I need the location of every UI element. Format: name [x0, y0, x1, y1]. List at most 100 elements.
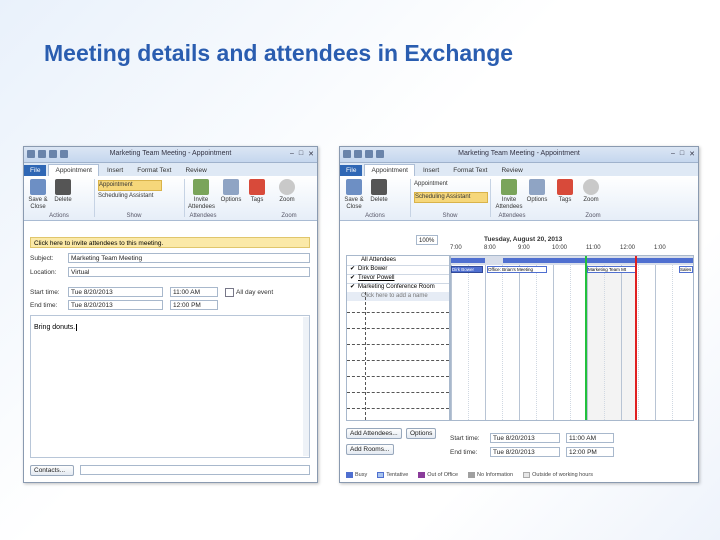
legend-tentative: Tentative [377, 472, 408, 478]
start-time-label: Start time: [30, 289, 60, 296]
tags-button[interactable]: Tags [246, 179, 268, 204]
save-close-button[interactable]: Save & Close [343, 179, 365, 211]
start-date-field[interactable]: Tue 8/20/2013 [490, 433, 560, 443]
invite-attendees-button[interactable]: Invite Attendees [188, 179, 215, 211]
window-title: Marketing Team Meeting - Appointment [458, 150, 580, 157]
half-hour-gridline [536, 256, 537, 420]
attendee-list: All Attendees ✔ Dirk Bower ✔ Trevor Powell… [346, 255, 450, 421]
options-button[interactable]: Options [526, 179, 548, 204]
scheduling-assistant-button[interactable]: Scheduling Assistant [98, 192, 178, 201]
group-attendees: Attendees [498, 213, 526, 219]
zoom-button[interactable]: Zoom [580, 179, 602, 204]
end-time-field[interactable]: 12:00 PM [566, 447, 614, 457]
half-hour-gridline [468, 256, 469, 420]
appointment-window: Marketing Team Meeting - Appointment – □ ✕… [23, 146, 318, 483]
busy-block: Marketing Team Mt [587, 266, 637, 273]
zoom-button[interactable]: Zoom [276, 179, 298, 204]
hour-gridline [587, 256, 588, 420]
add-name-row[interactable]: Click here to add a name [347, 292, 449, 301]
end-time-label: End time: [30, 302, 58, 309]
end-time-field[interactable]: 12:00 PM [170, 300, 218, 310]
location-label: Location: [30, 269, 57, 276]
start-time-field[interactable]: 11:00 AM [566, 433, 614, 443]
info-bar[interactable]: Click here to invite attendees to this m… [30, 237, 310, 248]
start-time-label: Start time: [450, 435, 480, 442]
hour-gridline [451, 256, 452, 420]
minimize-icon[interactable]: – [290, 150, 294, 158]
tab-insert[interactable]: Insert [417, 165, 445, 176]
delete-button[interactable]: Delete [52, 179, 74, 204]
add-attendees-button[interactable]: Add Attendees... [346, 428, 402, 439]
hour-header: 7:00 8:00 9:00 10:00 11:00 12:00 1:00 [450, 245, 694, 254]
ribbon-tabs: File Appointment Insert Format Text Revi… [340, 163, 698, 176]
tab-appointment[interactable]: Appointment [48, 164, 99, 176]
half-hour-gridline [672, 256, 673, 420]
meeting-end-line[interactable] [635, 256, 637, 420]
options-button[interactable]: Options [220, 179, 242, 204]
options-dropdown[interactable]: Options [406, 428, 436, 439]
legend-out-of-office: Out of Office [418, 472, 458, 478]
maximize-icon[interactable]: □ [680, 150, 684, 158]
body-editor[interactable]: Bring donuts. [30, 315, 310, 458]
legend-busy: Busy [346, 472, 367, 478]
body-text: Bring donuts. [34, 324, 76, 331]
window-title: Marketing Team Meeting - Appointment [109, 150, 232, 157]
start-time-field[interactable]: 11:00 AM [170, 287, 218, 297]
half-hour-gridline [604, 256, 605, 420]
maximize-icon[interactable]: □ [299, 150, 303, 158]
end-date-field[interactable]: Tue 8/20/2013 [490, 447, 560, 457]
all-day-checkbox[interactable] [225, 288, 234, 297]
invite-attendees-button[interactable]: Invite Attendees [494, 179, 524, 211]
location-field[interactable]: Virtual [68, 267, 310, 277]
meeting-start-line[interactable] [585, 256, 587, 420]
hour-label: 7:00 [450, 245, 462, 251]
legend: Busy Tentative Out of Office No Informat… [346, 472, 593, 478]
tab-format-text[interactable]: Format Text [131, 165, 177, 176]
free-busy-grid[interactable]: Dirk Bower Office: Brian's Meeting Marke… [450, 255, 694, 421]
title-bar: Marketing Team Meeting - Appointment – □ ✕ [24, 147, 317, 163]
hour-gridline [485, 256, 486, 420]
add-rooms-button[interactable]: Add Rooms... [346, 444, 394, 455]
appointment-view-button[interactable]: Appointment [414, 180, 494, 189]
meeting-slot [586, 256, 636, 420]
hour-label: 11:00 [586, 245, 601, 251]
tags-button[interactable]: Tags [554, 179, 576, 204]
minimize-icon[interactable]: – [671, 150, 675, 158]
tab-appointment[interactable]: Appointment [364, 164, 415, 176]
contacts-field[interactable] [80, 465, 310, 475]
busy-block: Office: Brian's Meeting [487, 266, 547, 273]
tab-file[interactable]: File [340, 165, 363, 176]
tab-format-text[interactable]: Format Text [447, 165, 493, 176]
scrollbar[interactable] [303, 317, 309, 456]
all-day-label: All day event [236, 289, 274, 296]
group-attendees: Attendees [189, 213, 217, 219]
busy-block [503, 258, 693, 263]
appointment-view-button[interactable]: Appointment [98, 180, 162, 191]
ribbon: Save & Close Delete Actions Appointment … [340, 176, 698, 221]
end-date-field[interactable]: Tue 8/20/2013 [68, 300, 163, 310]
hour-label: 10:00 [552, 245, 568, 251]
close-icon[interactable]: ✕ [308, 150, 314, 158]
start-date-field[interactable]: Tue 8/20/2013 [68, 287, 163, 297]
save-close-button[interactable]: Save & Close [27, 179, 49, 211]
subject-field[interactable]: Marketing Team Meeting [68, 253, 310, 263]
hour-label: 1:00 [654, 245, 666, 251]
group-show: Show [442, 213, 458, 219]
zoom-select[interactable]: 100% [416, 235, 438, 245]
end-time-label: End time: [450, 449, 478, 456]
scheduling-assistant-button[interactable]: Scheduling Assistant [414, 192, 488, 203]
tab-review[interactable]: Review [179, 165, 212, 176]
date-header: Tuesday, August 20, 2013 [484, 236, 563, 243]
tab-review[interactable]: Review [495, 165, 528, 176]
ribbon: Save & Close Delete Actions Appointment … [24, 176, 317, 221]
group-zoom: Zoom [585, 213, 601, 219]
close-icon[interactable]: ✕ [689, 150, 695, 158]
legend-outside-hours: Outside of working hours [523, 472, 593, 478]
busy-block: Dirk Bower [451, 266, 483, 273]
contacts-button[interactable]: Contacts... [30, 465, 74, 476]
title-bar: Marketing Team Meeting - Appointment – □ ✕ [340, 147, 698, 163]
delete-button[interactable]: Delete [368, 179, 390, 204]
tab-insert[interactable]: Insert [101, 165, 129, 176]
hour-gridline [621, 256, 622, 420]
tab-file[interactable]: File [24, 165, 47, 176]
